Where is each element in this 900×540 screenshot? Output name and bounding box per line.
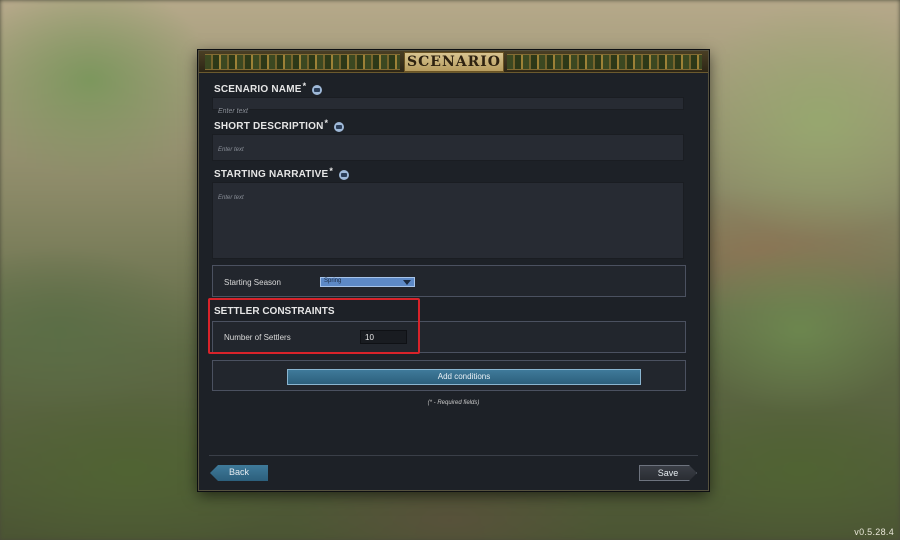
highlight-box xyxy=(208,298,420,354)
scenario-name-placeholder: Enter text xyxy=(218,108,248,115)
short-description-input[interactable]: Enter text xyxy=(212,134,684,161)
starting-narrative-label-text: STARTING NARRATIVE xyxy=(214,169,329,180)
starting-narrative-input[interactable]: Enter text xyxy=(212,182,684,259)
required-mark: * xyxy=(324,117,329,128)
back-button[interactable]: Back xyxy=(210,465,268,481)
season-section: Starting Season Spring xyxy=(212,265,686,297)
title-ornament-right xyxy=(507,54,702,70)
title-ornament-left xyxy=(205,54,400,70)
season-value: Spring xyxy=(324,278,342,284)
short-description-placeholder: Enter text xyxy=(218,147,244,153)
save-button[interactable]: Save xyxy=(639,465,697,481)
scenario-panel: SCENARIO SCENARIO NAME * Enter text SHOR… xyxy=(198,50,709,491)
info-icon[interactable] xyxy=(339,169,350,180)
divider xyxy=(209,455,698,456)
info-icon[interactable] xyxy=(334,121,345,132)
panel-title: SCENARIO xyxy=(407,54,501,70)
required-fields-note: (* - Required fields) xyxy=(427,400,480,406)
required-mark: * xyxy=(302,80,307,91)
info-icon[interactable] xyxy=(312,84,323,95)
title-plate: SCENARIO xyxy=(404,52,504,72)
starting-narrative-label: STARTING NARRATIVE * xyxy=(214,165,350,180)
season-label: Starting Season xyxy=(224,278,281,287)
add-conditions-button[interactable]: Add conditions xyxy=(287,369,641,385)
conditions-section: Add conditions xyxy=(212,360,686,391)
scenario-name-label: SCENARIO NAME * xyxy=(214,80,323,95)
scenario-name-label-text: SCENARIO NAME xyxy=(214,84,302,95)
title-bar: SCENARIO xyxy=(199,51,708,73)
season-dropdown[interactable]: Spring xyxy=(320,277,415,287)
required-mark: * xyxy=(329,165,334,176)
version-label: v0.5.28.4 xyxy=(854,527,894,537)
starting-narrative-placeholder: Enter text xyxy=(218,195,244,201)
short-description-label-text: SHORT DESCRIPTION xyxy=(214,121,324,132)
scenario-name-input[interactable]: Enter text xyxy=(212,97,684,115)
short-description-label: SHORT DESCRIPTION * xyxy=(214,117,345,132)
chevron-down-icon xyxy=(403,280,411,285)
